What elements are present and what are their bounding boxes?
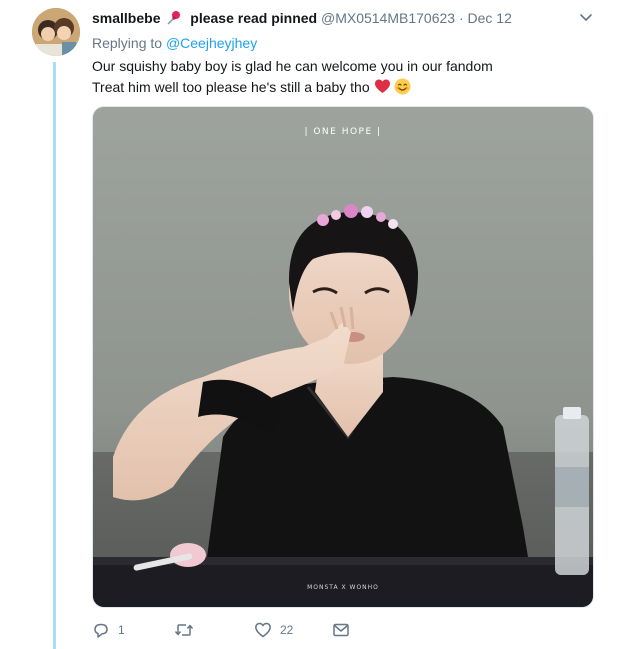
replying-to: Replying to @Ceejheyjhey xyxy=(92,34,257,52)
pinned-note[interactable]: please read pinned xyxy=(190,10,317,26)
reply-prefix: Replying to xyxy=(92,35,163,51)
like-count: 22 xyxy=(280,623,294,637)
photo-watermark-bottom: MONSTA X WONHO xyxy=(307,584,379,591)
reply-count: 1 xyxy=(118,623,125,637)
photo-watermark-top: | ONE HOPE | xyxy=(304,127,382,137)
tweet-text-line: Treat him well too please he's still a b… xyxy=(92,79,370,95)
thread-line xyxy=(53,62,56,649)
tweet[interactable]: smallbebe please read pinned @MX0514MB17… xyxy=(0,0,632,649)
like-button[interactable]: 22 xyxy=(254,620,293,640)
reply-icon xyxy=(92,621,110,639)
tweet-text-line-2: Treat him well too please he's still a b… xyxy=(92,77,612,98)
avatar[interactable] xyxy=(32,8,80,56)
retweet-button[interactable] xyxy=(174,620,202,640)
retweet-icon xyxy=(174,621,194,639)
chevron-down-icon[interactable] xyxy=(578,10,594,26)
smiling-face-emoji xyxy=(394,78,411,95)
author-name[interactable]: smallbebe xyxy=(92,10,160,26)
pushpin-icon xyxy=(166,10,182,30)
avatar-image xyxy=(32,8,80,56)
direct-message-button[interactable] xyxy=(332,620,350,640)
tweet-header: smallbebe please read pinned @MX0514MB17… xyxy=(92,9,596,29)
reply-button[interactable]: 1 xyxy=(92,620,125,640)
red-heart-emoji xyxy=(374,78,391,95)
like-icon xyxy=(254,621,272,639)
photo-illustration xyxy=(93,107,593,607)
tweet-photo[interactable]: | ONE HOPE | MONSTA X WONHO xyxy=(92,106,594,608)
author-handle[interactable]: @MX0514MB170623 xyxy=(321,10,455,26)
tweet-text: Our squishy baby boy is glad he can welc… xyxy=(92,56,612,98)
reply-handle-link[interactable]: @Ceejheyjhey xyxy=(166,35,257,51)
tweet-date[interactable]: Dec 12 xyxy=(468,10,512,26)
tweet-actions: 1 22 xyxy=(92,620,392,640)
tweet-text-line: Our squishy baby boy is glad he can welc… xyxy=(92,58,493,74)
header-separator: · xyxy=(458,10,464,26)
direct-message-icon xyxy=(332,621,350,639)
